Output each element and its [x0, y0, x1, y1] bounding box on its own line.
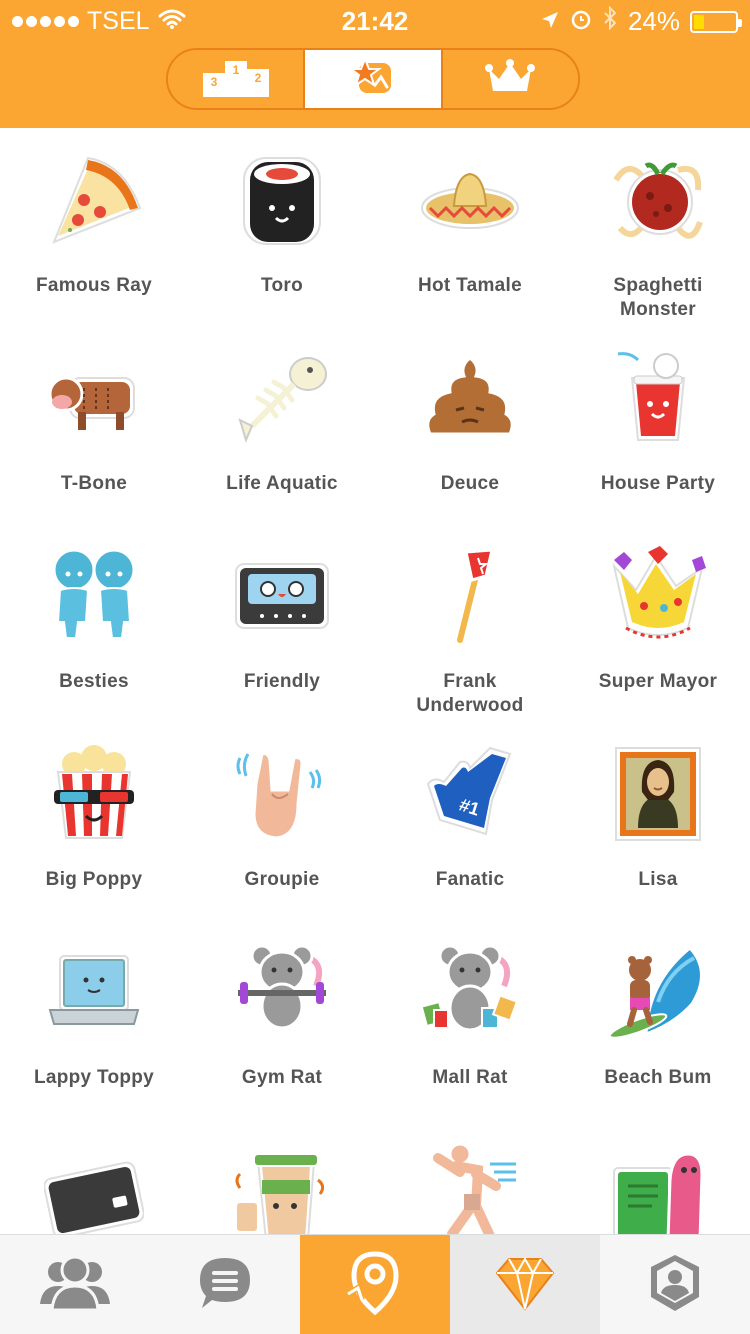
tab-stickers[interactable] [305, 50, 443, 108]
credit-card-icon [43, 1140, 145, 1234]
tab-check-in[interactable] [300, 1235, 450, 1334]
badge-item[interactable]: Toro [188, 128, 376, 326]
badge-label: Mall Rat [432, 1067, 508, 1088]
badge-item[interactable]: House Party [564, 326, 750, 524]
status-right: 24% [540, 5, 742, 37]
tab-mayorships[interactable] [442, 50, 578, 108]
poop-icon [420, 348, 520, 448]
segmented-control: 1 2 3 [166, 48, 580, 110]
badge-label: T-Bone [60, 473, 128, 494]
svg-text:3: 3 [210, 75, 217, 89]
badge-item[interactable]: Friendly [188, 524, 376, 722]
svg-text:2: 2 [254, 71, 261, 85]
header: TSEL 21:42 24% 1 2 3 [0, 0, 750, 128]
cassette-tape-icon [232, 546, 332, 646]
badge-item[interactable]: Life Aquatic [188, 326, 376, 524]
rock-hand-icon [232, 744, 332, 844]
surfing-bear-icon [608, 942, 708, 1042]
badge-label: Groupie [244, 869, 320, 890]
tab-diamond[interactable] [450, 1235, 600, 1334]
leaderboard-podium-icon: 1 2 3 [202, 57, 269, 102]
sombrero-icon [420, 150, 520, 250]
rat-barbell-icon [232, 942, 332, 1042]
badge-item[interactable]: Mall Rat [376, 920, 564, 1118]
crown-icon [485, 58, 536, 100]
coffee-cup-icon [232, 1140, 332, 1234]
alarm-icon [570, 6, 592, 37]
badge-label: Toro [260, 275, 303, 296]
badge-item[interactable] [0, 1118, 188, 1234]
profile-icon [647, 1253, 703, 1318]
red-cup-icon [608, 348, 708, 448]
streaker-icon [420, 1140, 520, 1234]
badge-item[interactable]: Hot Tamale [376, 128, 564, 326]
badge-label: Besties [59, 671, 129, 692]
badge-label: Hot Tamale [417, 275, 522, 296]
badge-item[interactable] [188, 1118, 376, 1234]
badge-item[interactable]: T-Bone [0, 326, 188, 524]
badge-item[interactable]: Super Mayor [564, 524, 750, 722]
badge-item[interactable]: Lappy Toppy [0, 920, 188, 1118]
badge-item[interactable]: Spaghetti Monster [564, 128, 750, 326]
badge-label: House Party [600, 473, 716, 494]
twins-icon [44, 546, 144, 646]
badge-label: Beach Bum [604, 1067, 712, 1088]
badge-item[interactable]: Frank Underwood [376, 524, 564, 722]
badge-item[interactable]: #1 Fanatic [376, 722, 564, 920]
pizza-slice-icon [44, 150, 144, 250]
badge-label: Friendly [243, 671, 321, 692]
battery-icon [690, 10, 742, 33]
messages-icon [196, 1254, 254, 1317]
status-bar: TSEL 21:42 24% [0, 0, 750, 40]
badge-item[interactable]: Big Poppy [0, 722, 188, 920]
badge-grid: Famous Ray Toro Hot Tamale Spaghetti Mon… [0, 128, 750, 1234]
badge-label: Gym Rat [241, 1067, 323, 1088]
svg-text:1: 1 [232, 63, 239, 77]
badge-label: Fanatic [435, 869, 505, 890]
badge-label: Spaghetti Monster [613, 275, 703, 320]
badge-label: Big Poppy [45, 869, 143, 890]
badge-item[interactable] [564, 1118, 750, 1234]
fish-bone-icon [232, 348, 332, 448]
popcorn-icon [44, 744, 144, 844]
rat-shopping-icon [420, 942, 520, 1042]
flag-torch-icon [420, 546, 520, 647]
foam-finger-icon: #1 [420, 744, 520, 844]
tab-friends[interactable] [0, 1235, 150, 1334]
book-worm-icon [608, 1140, 708, 1234]
badge-item[interactable] [376, 1118, 564, 1234]
mona-lisa-icon [608, 744, 708, 844]
bluetooth-icon [602, 5, 618, 37]
badge-item[interactable]: Groupie [188, 722, 376, 920]
stickers-badge-icon [347, 55, 395, 102]
meatball-icon [608, 150, 708, 250]
tab-profile[interactable] [600, 1235, 750, 1334]
badge-item[interactable]: Gym Rat [188, 920, 376, 1118]
badge-label: Deuce [440, 473, 500, 494]
cow-icon [44, 348, 144, 448]
jeweled-crown-icon [608, 546, 708, 646]
badge-label: Famous Ray [36, 275, 152, 296]
badge-label: Lisa [638, 869, 678, 890]
badge-item[interactable]: Beach Bum [564, 920, 750, 1118]
laptop-icon [44, 942, 144, 1042]
badge-item[interactable]: Famous Ray [0, 128, 188, 326]
tab-bar [0, 1234, 750, 1334]
friends-icon [38, 1254, 112, 1317]
location-arrow-icon [540, 6, 560, 37]
badge-label: Life Aquatic [226, 473, 338, 494]
badge-item[interactable]: Lisa [564, 722, 750, 920]
check-in-icon [346, 1250, 404, 1321]
tab-leaderboard[interactable]: 1 2 3 [168, 50, 306, 108]
badge-label: Lappy Toppy [33, 1067, 155, 1088]
badge-item[interactable]: Besties [0, 524, 188, 722]
badge-item[interactable]: Deuce [376, 326, 564, 524]
battery-percent: 24% [627, 6, 680, 36]
sushi-roll-icon [232, 150, 332, 250]
diamond-icon [495, 1255, 555, 1316]
badge-label: Frank Underwood [416, 671, 524, 716]
tab-messages[interactable] [150, 1235, 300, 1334]
badge-label: Super Mayor [598, 671, 718, 692]
